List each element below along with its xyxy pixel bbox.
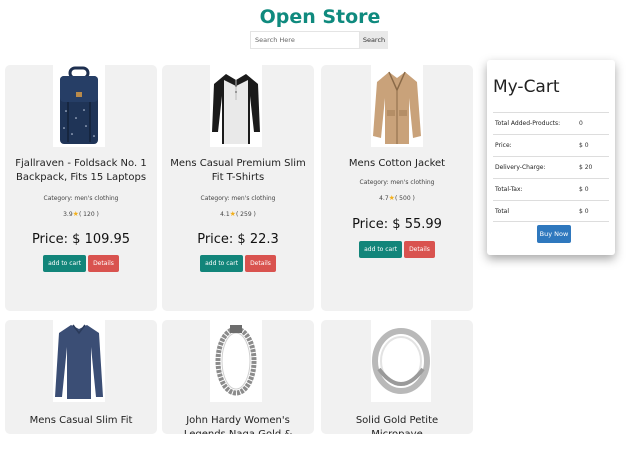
- product-image: [53, 65, 105, 147]
- product-price: Price: $ 109.95: [31, 232, 131, 247]
- product-rating: 4.1★( 259 ): [162, 210, 314, 218]
- cart-row-label: Price:: [495, 142, 512, 149]
- product-image: [210, 320, 262, 402]
- search-bar: Search: [250, 31, 388, 49]
- product-name: John Hardy Women's Legends Naga Gold & S…: [184, 415, 292, 434]
- product-image: [53, 320, 105, 402]
- cart-row-delivery: Delivery-Charge: $ 20: [493, 156, 609, 178]
- product-actions: add to cart Details: [162, 255, 314, 272]
- cart-title: My-Cart: [493, 77, 560, 97]
- cart-row-label: Total Added-Products:: [495, 120, 561, 127]
- cart-row-label: Delivery-Charge:: [495, 164, 546, 171]
- cart-panel: My-Cart Total Added-Products: 0 Price: $…: [487, 60, 615, 255]
- product-actions: add to cart Details: [5, 255, 157, 272]
- product-actions: add to cart Details: [321, 241, 473, 258]
- product-card: John Hardy Women's Legends Naga Gold & S…: [162, 320, 314, 434]
- product-card: Mens Casual Premium Slim Fit T-Shirts Ca…: [162, 65, 314, 311]
- cart-row-label: Total-Tax:: [495, 186, 523, 193]
- header: Open Store Search: [0, 0, 644, 56]
- product-name: Mens Casual Slim Fit: [29, 415, 133, 426]
- cart-row-value: $ 0: [579, 186, 589, 193]
- product-card: Fjallraven - Foldsack No. 1 Backpack, Fi…: [5, 65, 157, 311]
- cart-row-value: 0: [579, 120, 583, 127]
- cart-row-products: Total Added-Products: 0: [493, 112, 609, 134]
- product-category: Category: men's clothing: [200, 195, 276, 202]
- product-name: Fjallraven - Foldsack No. 1 Backpack, Fi…: [15, 158, 147, 183]
- details-button[interactable]: Details: [245, 255, 276, 272]
- backpack-icon: [60, 66, 98, 144]
- add-to-cart-button[interactable]: add to cart: [200, 255, 244, 272]
- cart-row-value: $ 20: [579, 164, 593, 171]
- product-card: Solid Gold Petite Micropave: [321, 320, 473, 434]
- search-input[interactable]: [250, 31, 360, 49]
- cart-row-tax: Total-Tax: $ 0: [493, 178, 609, 200]
- rating-count: ( 120 ): [78, 211, 99, 218]
- buy-now-button[interactable]: Buy Now: [537, 225, 571, 243]
- product-category: Category: men's clothing: [359, 179, 435, 186]
- product-card: Mens Casual Slim Fit: [5, 320, 157, 434]
- details-button[interactable]: Details: [88, 255, 119, 272]
- cart-row-value: $ 0: [579, 142, 589, 149]
- product-image: [371, 320, 431, 402]
- product-name: Solid Gold Petite Micropave: [355, 415, 439, 434]
- cart-row-total: Total $ 0: [493, 200, 609, 222]
- search-button[interactable]: Search: [360, 31, 388, 49]
- product-card: Mens Cotton Jacket Category: men's cloth…: [321, 65, 473, 311]
- add-to-cart-button[interactable]: add to cart: [359, 241, 403, 258]
- rating-count: ( 500 ): [394, 195, 415, 202]
- bracelet-icon: [215, 325, 257, 396]
- details-button[interactable]: Details: [404, 241, 435, 258]
- add-to-cart-button[interactable]: add to cart: [43, 255, 87, 272]
- product-rating: 3.9★( 120 ): [5, 210, 157, 218]
- product-name: Mens Casual Premium Slim Fit T-Shirts: [170, 158, 306, 183]
- rating-value: 4.7: [379, 195, 389, 202]
- product-price: Price: $ 55.99: [352, 217, 442, 232]
- cart-row-label: Total: [495, 207, 510, 215]
- page-title: Open Store: [259, 6, 381, 28]
- ring-icon: [372, 328, 430, 394]
- longsleeve-icon: [55, 324, 103, 399]
- product-image: [210, 65, 262, 147]
- product-price: Price: $ 22.3: [197, 232, 279, 247]
- rating-value: 3.9: [63, 211, 73, 218]
- rating-value: 4.1: [220, 211, 230, 218]
- product-rating: 4.7★( 500 ): [321, 194, 473, 202]
- cart-row-price: Price: $ 0: [493, 134, 609, 156]
- rating-count: ( 259 ): [235, 211, 256, 218]
- cart-row-value: $ 0: [579, 207, 589, 215]
- product-category: Category: men's clothing: [43, 195, 119, 202]
- tshirt-icon: [212, 74, 260, 144]
- product-name: Mens Cotton Jacket: [348, 158, 446, 169]
- jacket-icon: [373, 71, 421, 144]
- product-image: [371, 65, 423, 147]
